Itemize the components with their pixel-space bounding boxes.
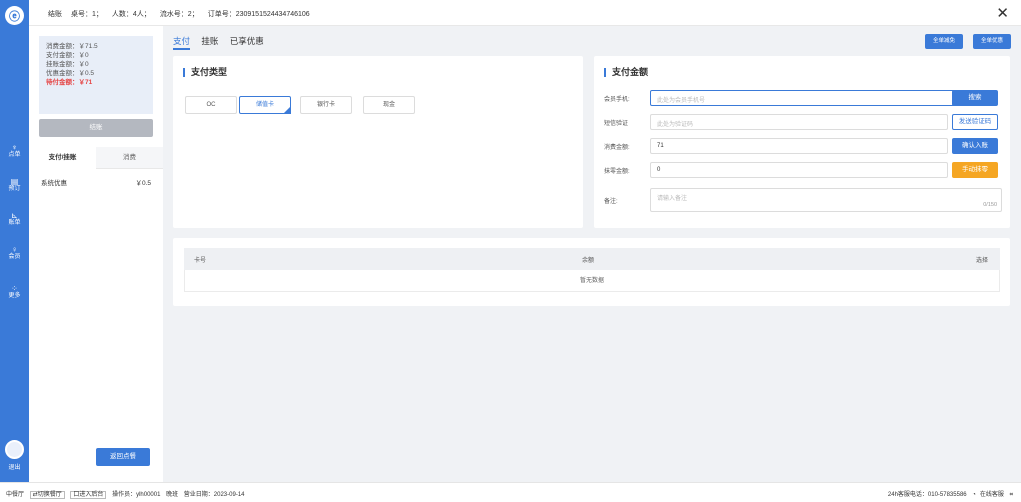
full-reduce-button[interactable]: 全单减免 <box>925 34 964 49</box>
send-code-button[interactable]: 发送验证码 <box>952 114 998 130</box>
member-phone-input[interactable]: 此处为会员手机号 <box>650 90 964 106</box>
payment-type-card: 支付类型 OC 储值卡 银行卡 现金 <box>173 56 583 228</box>
business-date: 营业日期：2023-09-14 <box>183 492 245 498</box>
rounding-amount-input[interactable]: 0 <box>650 162 948 178</box>
status-right: 24h客服电话：010-57835586 ◔ 在线客服 ⌗ <box>884 489 1013 499</box>
member-phone-row: 会员手机: 此处为会员手机号 搜索 <box>604 90 1004 106</box>
nav-label: 会员 <box>8 254 21 260</box>
nav-label: 更多 <box>8 293 21 299</box>
rounding-label: 抹零金额: <box>604 169 630 175</box>
scan-icon[interactable]: ⌗ <box>1010 492 1013 498</box>
tab-pay[interactable]: 支付 <box>173 36 191 50</box>
tab-pay-hang[interactable]: 支付/挂账 <box>29 147 96 169</box>
order-icon: ♆ <box>11 143 18 152</box>
order-no: 订单号：2309151524434746106 <box>207 11 310 18</box>
online-service-icon: ◔ <box>972 492 976 498</box>
search-button[interactable]: 搜索 <box>952 90 998 106</box>
close-icon[interactable]: ✕ <box>996 4 1009 22</box>
tab-enjoyed-discount[interactable]: 已享优惠 <box>230 36 264 46</box>
tab-consume[interactable]: 消费 <box>96 147 163 169</box>
logout-button[interactable]: 退出 <box>0 462 29 471</box>
rounding-row: 抹零金额: 0 手动抹零 <box>604 162 1004 178</box>
enter-backend-button[interactable]: 口进入后台 <box>70 491 107 499</box>
member-icon: ♀ <box>11 245 18 254</box>
more-icon: ⁘ <box>11 284 18 293</box>
sms-row: 短信验证 此处为验证码 发送验证码 <box>604 114 1004 130</box>
amount-summary: 消费金额：￥71.5 支付金额：￥0 挂账金额：￥0 优惠金额：￥0.5 待付金… <box>39 36 153 114</box>
main-content: 支付 挂账 已享优惠 全单减免 全单优惠 支付类型 OC 储值卡 银行卡 现金 … <box>163 26 1021 482</box>
table-no: 桌号：1； <box>71 11 103 18</box>
checkout-button[interactable]: 结账 <box>39 119 153 137</box>
online-service-link[interactable]: 在线客服 <box>980 492 1004 498</box>
col-card-no: 卡号 <box>194 258 207 264</box>
consume-row: 消费金额: 71 确认入账 <box>604 138 1004 154</box>
nav-item-reserve[interactable]: ▤ 预订 <box>0 177 29 193</box>
sms-label: 短信验证 <box>604 121 629 127</box>
left-nav: ⓔ ♆ 点单 ▤ 预订 ⊾ 账单 ♀ 会员 ⁘ 更多 退出 <box>0 0 29 482</box>
nav-item-order[interactable]: ♆ 点单 <box>0 143 29 159</box>
list-item: 系统优惠 ￥0.5 <box>41 177 151 187</box>
nav-label: 预订 <box>8 186 21 192</box>
logo-icon: ⓔ <box>5 6 24 25</box>
due-amount: 待付金额：￥71 <box>46 79 93 86</box>
restaurant-name: 中餐厅 <box>6 492 25 498</box>
status-bar: 中餐厅 ⇄切换餐厅 口进入后台 操作员：ylh00001 晚班 营业日期：202… <box>0 482 1021 502</box>
reserve-icon: ▤ <box>10 177 19 186</box>
payment-amount-title: 支付金额 <box>604 68 648 77</box>
confirm-entry-button[interactable]: 确认入账 <box>952 138 998 154</box>
table-header: 卡号 余额 选择 <box>184 248 1000 270</box>
remark-wrap: 请输入备注 0/150 <box>594 188 1010 212</box>
nav-item-more[interactable]: ⁘ 更多 <box>0 284 29 300</box>
paid-amount: 支付金额：￥0 <box>46 52 89 59</box>
back-to-order-button[interactable]: 返回点餐 <box>96 448 150 466</box>
shift: 晚班 <box>166 492 179 498</box>
people-count: 人数：4人； <box>111 11 151 18</box>
operator: 操作员：ylh00001 <box>112 492 161 498</box>
top-bar: 结账 桌号：1； 人数：4人； 流水号：2； 订单号：23091515244347461… <box>29 0 1021 26</box>
tab-hang[interactable]: 挂账 <box>201 36 218 46</box>
member-phone-label: 会员手机: <box>604 97 630 103</box>
col-balance: 余额 <box>582 258 595 264</box>
top-actions: 全单减免 全单优惠 <box>917 34 1011 49</box>
avatar[interactable] <box>5 440 24 459</box>
nav-label: 点单 <box>8 152 21 158</box>
nav-label: 账单 <box>8 220 21 226</box>
sms-code-input[interactable]: 此处为验证码 <box>650 114 948 130</box>
main-tabs: 支付 挂账 已享优惠 <box>173 35 273 50</box>
pay-option-stored-card[interactable]: 储值卡 <box>239 96 291 114</box>
discount-label: 系统优惠 <box>41 180 67 187</box>
consume-amount: 消费金额：￥71.5 <box>46 43 98 50</box>
remark-placeholder: 请输入备注 <box>657 196 688 202</box>
checkout-label: 结账 <box>48 11 62 18</box>
payment-type-title: 支付类型 <box>183 68 227 77</box>
pay-option-oc[interactable]: OC <box>185 96 237 114</box>
discount-amount: 优惠金额：￥0.5 <box>46 70 95 77</box>
pay-option-cash[interactable]: 现金 <box>363 96 415 114</box>
discount-value: ￥0.5 <box>135 180 151 187</box>
payment-amount-card: 支付金额 会员手机: 此处为会员手机号 搜索 短信验证 此处为验证码 发送验证码… <box>594 56 1010 228</box>
card-table: 卡号 余额 选择 暂无数据 <box>173 238 1010 306</box>
switch-restaurant-button[interactable]: ⇄切换餐厅 <box>29 491 65 499</box>
remark-counter: 0/150 <box>983 202 997 208</box>
consume-label: 消费金额: <box>604 145 630 151</box>
remark-textarea[interactable]: 请输入备注 0/150 <box>650 188 1002 212</box>
full-discount-button[interactable]: 全单优惠 <box>972 34 1011 49</box>
col-select: 选择 <box>975 258 988 264</box>
nav-item-bill[interactable]: ⊾ 账单 <box>0 211 29 227</box>
consume-amount-input[interactable]: 71 <box>650 138 948 154</box>
nav-item-member[interactable]: ♀ 会员 <box>0 245 29 261</box>
table-empty: 暂无数据 <box>184 270 1000 292</box>
hotline: 24h客服电话：010-57835586 <box>887 492 967 498</box>
order-info: 结账 桌号：1； 人数：4人； 流水号：2； 订单号：23091515244347461… <box>48 9 319 19</box>
left-tabs: 支付/挂账 消费 <box>29 147 163 169</box>
hang-amount: 挂账金额：￥0 <box>46 61 89 68</box>
manual-rounding-button[interactable]: 手动抹零 <box>952 162 998 178</box>
bill-icon: ⊾ <box>11 211 18 220</box>
left-panel: 消费金额：￥71.5 支付金额：￥0 挂账金额：￥0 优惠金额：￥0.5 待付金… <box>29 26 163 482</box>
status-left: 中餐厅 ⇄切换餐厅 口进入后台 操作员：ylh00001 晚班 营业日期：202… <box>6 489 249 499</box>
pay-option-bank-card[interactable]: 银行卡 <box>300 96 352 114</box>
serial-no: 流水号：2； <box>159 11 199 18</box>
